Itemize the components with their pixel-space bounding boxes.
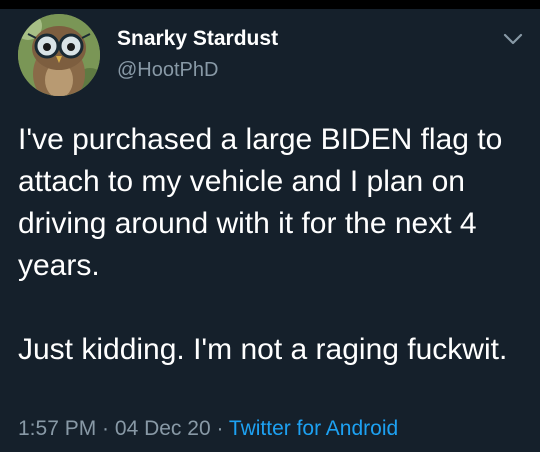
tweet-source-link[interactable]: Twitter for Android (229, 417, 398, 440)
meta-separator: · (96, 417, 115, 440)
tweet-paragraph: Just kidding. I'm not a raging fuckwit. (18, 333, 508, 366)
status-bar (0, 0, 540, 9)
tweet-date: 04 Dec 20 (114, 417, 211, 440)
tweet-card: Snarky Stardust @HootPhD I've purchased … (0, 9, 540, 452)
tweet-text: I've purchased a large BIDEN flag to att… (18, 119, 528, 371)
chevron-down-icon[interactable] (500, 29, 526, 49)
user-handle[interactable]: @HootPhD (117, 59, 218, 82)
owl-avatar-icon (18, 14, 100, 96)
display-name[interactable]: Snarky Stardust (117, 27, 278, 51)
tweet-metadata: 1:57 PM · 04 Dec 20 · Twitter for Androi… (18, 417, 398, 441)
avatar[interactable] (18, 14, 100, 96)
tweet-time: 1:57 PM (18, 417, 97, 440)
meta-separator: · (210, 417, 229, 440)
tweet-paragraph: I've purchased a large BIDEN flag to att… (18, 123, 503, 282)
